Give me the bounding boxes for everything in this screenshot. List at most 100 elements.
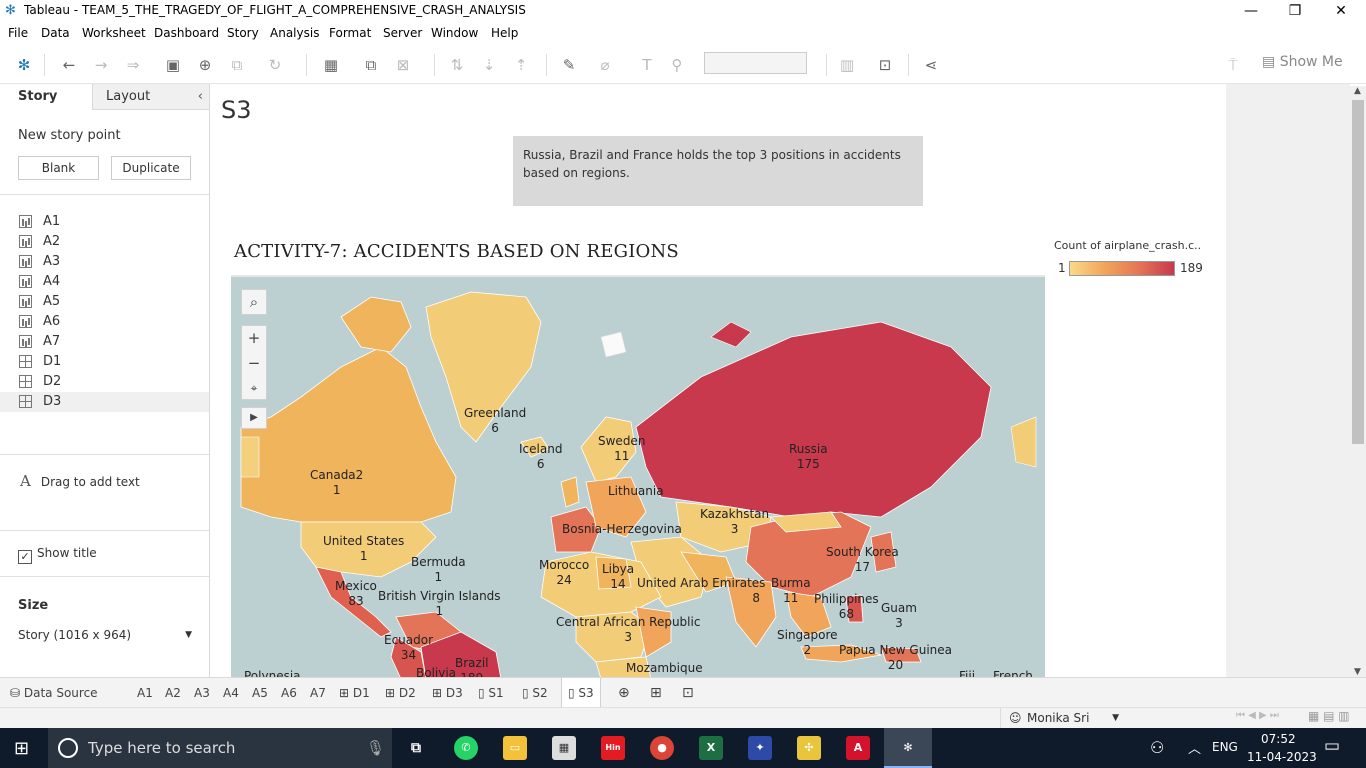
sheet-item-a5[interactable]: A5	[0, 292, 209, 312]
new-dashboard-tab-icon[interactable]: ⊞	[644, 678, 668, 708]
menu-story[interactable]: Story	[227, 26, 259, 40]
people-icon[interactable]: ⚇	[1150, 738, 1164, 757]
save-icon[interactable]: ▣	[162, 54, 184, 76]
hindi-keyboard-icon[interactable]: Hin	[601, 736, 625, 760]
new-worksheet-tab-icon[interactable]: ⊕	[612, 678, 636, 708]
group-members-icon[interactable]: ⌀	[594, 54, 616, 76]
fit-icon[interactable]: ▥	[836, 54, 858, 76]
tab-d1[interactable]: ⊞ D1	[333, 678, 376, 708]
task-view-icon[interactable]: ⧉	[404, 736, 428, 760]
zoom-out-button[interactable]: −	[242, 351, 266, 376]
sheet-item-a2[interactable]: A2	[0, 232, 209, 252]
story-caption[interactable]: Russia, Brazil and France holds the top …	[513, 136, 923, 206]
collapse-pane-icon[interactable]: ‹	[198, 89, 203, 104]
show-title-option[interactable]: ✓ Show title	[18, 546, 97, 564]
blank-button[interactable]: Blank	[18, 156, 99, 180]
show-me-button[interactable]: ▤ Show Me	[1262, 54, 1343, 70]
tableau-taskbar-icon[interactable]: ✻	[884, 728, 932, 768]
tab-a6[interactable]: A6	[275, 678, 303, 708]
menu-dashboard[interactable]: Dashboard	[154, 26, 219, 40]
tab-d2[interactable]: ⊞ D2	[379, 678, 422, 708]
store-icon[interactable]: ▦	[552, 736, 576, 760]
world-map[interactable]: ⌕ + − ⌖ ▶ Greenland 6 Iceland 6 Sweden 11 R…	[231, 275, 1045, 677]
story-size-select[interactable]: Story (1016 x 964) ▼	[18, 628, 194, 642]
show-mark-labels-icon[interactable]: T	[636, 54, 658, 76]
duplicate-button[interactable]: Duplicate	[111, 156, 191, 180]
user-menu[interactable]: ☺ Monika Sri ▼	[1000, 708, 1125, 729]
duplicate-sheet-icon[interactable]: ⧉	[360, 54, 382, 76]
menu-analysis[interactable]: Analysis	[270, 26, 319, 40]
sheet-item-d3[interactable]: D3	[0, 392, 209, 412]
clock-time[interactable]: 07:52	[1261, 732, 1296, 746]
tab-s2[interactable]: ▯ S2	[516, 678, 554, 708]
tab-a3[interactable]: A3	[188, 678, 216, 708]
clear-sheet-icon[interactable]: ⊠	[392, 54, 414, 76]
notifications-icon[interactable]: ▭	[1324, 736, 1340, 756]
tab-a7[interactable]: A7	[304, 678, 332, 708]
grid-view-icon[interactable]: ▦ ▤ ▥	[1308, 709, 1350, 723]
tableau-home-icon[interactable]: ✻	[13, 54, 35, 76]
zoom-in-button[interactable]: +	[242, 326, 266, 351]
tab-layout[interactable]: Layout ‹	[92, 84, 209, 110]
whatsapp-icon[interactable]: ✆	[454, 736, 478, 760]
new-story-tab-icon[interactable]: ⊡	[676, 678, 700, 708]
fix-axes-icon[interactable]: ⚲	[666, 54, 688, 76]
sheet-item-d1[interactable]: D1	[0, 352, 209, 372]
format-painter-icon[interactable]: ⍑	[1222, 54, 1244, 76]
tab-d3[interactable]: ⊞ D3	[426, 678, 469, 708]
file-explorer-icon[interactable]: ▭	[503, 736, 527, 760]
pause-updates-icon[interactable]: ⧉	[226, 54, 248, 76]
menu-file[interactable]: File	[8, 26, 28, 40]
clock-date[interactable]: 11-04-2023	[1247, 750, 1317, 764]
highlight-icon[interactable]: ✎	[558, 54, 580, 76]
map-search-icon[interactable]: ⌕	[241, 289, 267, 315]
menu-window[interactable]: Window	[431, 26, 478, 40]
menu-worksheet[interactable]: Worksheet	[82, 26, 146, 40]
menu-data[interactable]: Data	[41, 26, 70, 40]
scrollbar-thumb[interactable]	[1352, 100, 1364, 444]
show-title-checkbox[interactable]: ✓	[18, 550, 32, 564]
windows-start-icon[interactable]: ⊞	[14, 738, 29, 759]
presentation-mode-icon[interactable]: ⊡	[874, 54, 896, 76]
sheet-item-a1[interactable]: A1	[0, 212, 209, 232]
sheet-item-a3[interactable]: A3	[0, 252, 209, 272]
sheet-item-a6[interactable]: A6	[0, 312, 209, 332]
replay-icon[interactable]: ⇒	[122, 54, 144, 76]
chrome-icon[interactable]: ●	[650, 736, 674, 760]
minimize-button[interactable]: —	[1228, 0, 1274, 22]
scroll-up-icon[interactable]: ▲	[1354, 86, 1361, 96]
menu-server[interactable]: Server	[383, 26, 422, 40]
scroll-down-icon[interactable]: ▼	[1354, 667, 1361, 677]
menu-format[interactable]: Format	[329, 26, 371, 40]
redo-icon[interactable]: →	[90, 54, 112, 76]
excel-icon[interactable]: X	[699, 736, 723, 760]
data-source-tab[interactable]: ⛁ Data Source	[4, 678, 104, 708]
swap-rows-columns-icon[interactable]: ⇅	[446, 54, 468, 76]
sheet-item-d2[interactable]: D2	[0, 372, 209, 392]
acrobat-icon[interactable]: A	[846, 736, 870, 760]
close-button[interactable]: ✕	[1318, 0, 1364, 22]
tab-story[interactable]: Story	[0, 84, 92, 110]
fit-dropdown[interactable]	[704, 52, 807, 74]
reset-map-icon[interactable]: ⌖	[242, 376, 266, 401]
app-y-icon[interactable]: ✣	[797, 736, 821, 760]
undo-icon[interactable]: ←	[58, 54, 80, 76]
tab-a5[interactable]: A5	[246, 678, 274, 708]
sheet-item-a7[interactable]: A7	[0, 332, 209, 352]
new-worksheet-icon[interactable]: ▦	[320, 54, 342, 76]
tab-s1[interactable]: ▯ S1	[472, 678, 510, 708]
sort-descending-icon[interactable]: ⇡	[510, 54, 532, 76]
tab-a4[interactable]: A4	[217, 678, 245, 708]
app-x-icon[interactable]: ✦	[748, 736, 772, 760]
expand-toolbar-icon[interactable]: ▶	[241, 407, 267, 429]
tab-a2[interactable]: A2	[159, 678, 187, 708]
menu-help[interactable]: Help	[491, 26, 518, 40]
sheet-item-a4[interactable]: A4	[0, 272, 209, 292]
sort-ascending-icon[interactable]: ⇣	[478, 54, 500, 76]
vertical-scrollbar[interactable]: ▲ ▼	[1350, 86, 1366, 677]
language-indicator[interactable]: ENG	[1212, 740, 1238, 754]
refresh-icon[interactable]: ↻	[264, 54, 286, 76]
taskbar-search[interactable]: Type here to search 🎙	[48, 728, 392, 768]
tab-s3[interactable]: ▯ S3	[561, 678, 601, 708]
tray-chevron-icon[interactable]: ︿	[1188, 738, 1201, 757]
